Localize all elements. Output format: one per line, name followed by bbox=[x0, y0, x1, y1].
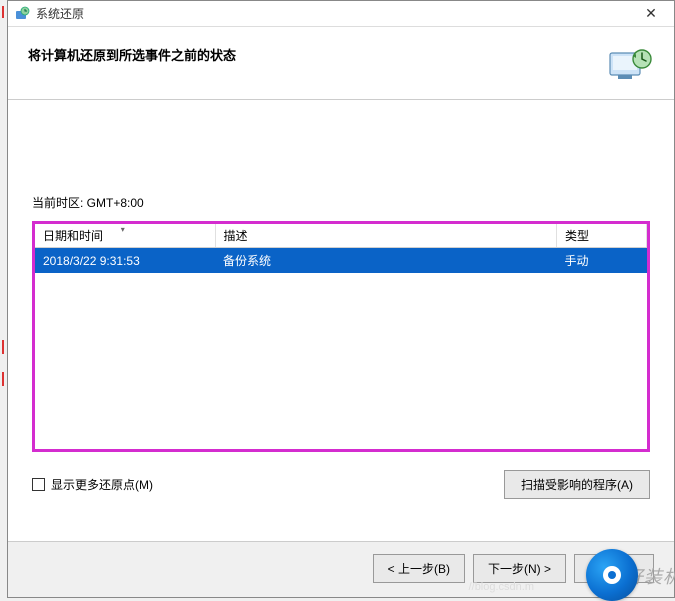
cell-type: 手动 bbox=[557, 248, 647, 274]
table-row bbox=[35, 383, 647, 405]
app-icon bbox=[14, 6, 30, 22]
restore-icon bbox=[606, 45, 654, 85]
close-icon: ✕ bbox=[645, 5, 657, 22]
dialog-footer: //blog.csdn.m < 上一步(B) 下一步(N) > 取消 好装机 bbox=[8, 541, 674, 597]
restore-points-highlight: 日期和时间 ▾ 描述 类型 2018/3/22 9:31:53 备份系统 手动 bbox=[32, 221, 650, 452]
table-row bbox=[35, 273, 647, 295]
window-title: 系统还原 bbox=[36, 5, 628, 22]
timezone-label: 当前时区: GMT+8:00 bbox=[32, 194, 650, 211]
next-button[interactable]: 下一步(N) > bbox=[473, 554, 566, 583]
restore-points-table[interactable]: 日期和时间 ▾ 描述 类型 2018/3/22 9:31:53 备份系统 手动 bbox=[35, 224, 647, 449]
table-row bbox=[35, 361, 647, 383]
left-edge-decor bbox=[0, 0, 6, 598]
watermark-url: //blog.csdn.m bbox=[469, 581, 534, 593]
table-row bbox=[35, 405, 647, 427]
below-table-row: 显示更多还原点(M) 扫描受影响的程序(A) bbox=[32, 470, 650, 499]
sort-desc-icon: ▾ bbox=[121, 225, 125, 234]
dialog-header: 将计算机还原到所选事件之前的状态 bbox=[8, 27, 674, 100]
header-text: 将计算机还原到所选事件之前的状态 bbox=[28, 45, 236, 64]
cell-date: 2018/3/22 9:31:53 bbox=[35, 248, 215, 274]
table-row bbox=[35, 317, 647, 339]
watermark-logo-icon bbox=[586, 549, 638, 601]
show-more-label: 显示更多还原点(M) bbox=[51, 476, 153, 493]
show-more-checkbox[interactable]: 显示更多还原点(M) bbox=[32, 476, 153, 493]
back-button[interactable]: < 上一步(B) bbox=[373, 554, 465, 583]
scan-affected-button[interactable]: 扫描受影响的程序(A) bbox=[504, 470, 650, 499]
table-body: 2018/3/22 9:31:53 备份系统 手动 bbox=[35, 248, 647, 450]
titlebar: 系统还原 ✕ bbox=[8, 1, 674, 27]
cell-desc: 备份系统 bbox=[215, 248, 557, 274]
system-restore-window: 系统还原 ✕ 将计算机还原到所选事件之前的状态 当前时区: GMT+8:00 bbox=[7, 0, 675, 598]
checkbox-box-icon bbox=[32, 478, 45, 491]
col-header-date[interactable]: 日期和时间 ▾ bbox=[35, 224, 215, 248]
table-row[interactable]: 2018/3/22 9:31:53 备份系统 手动 bbox=[35, 248, 647, 274]
col-header-desc[interactable]: 描述 bbox=[215, 224, 557, 248]
table-row bbox=[35, 427, 647, 449]
col-header-type[interactable]: 类型 bbox=[557, 224, 647, 248]
close-button[interactable]: ✕ bbox=[628, 1, 674, 27]
col-header-date-label: 日期和时间 bbox=[43, 229, 103, 243]
table-row bbox=[35, 339, 647, 361]
content-area: 当前时区: GMT+8:00 日期和时间 ▾ 描述 类型 bbox=[8, 100, 674, 541]
table-header-row: 日期和时间 ▾ 描述 类型 bbox=[35, 224, 647, 248]
table-row bbox=[35, 295, 647, 317]
